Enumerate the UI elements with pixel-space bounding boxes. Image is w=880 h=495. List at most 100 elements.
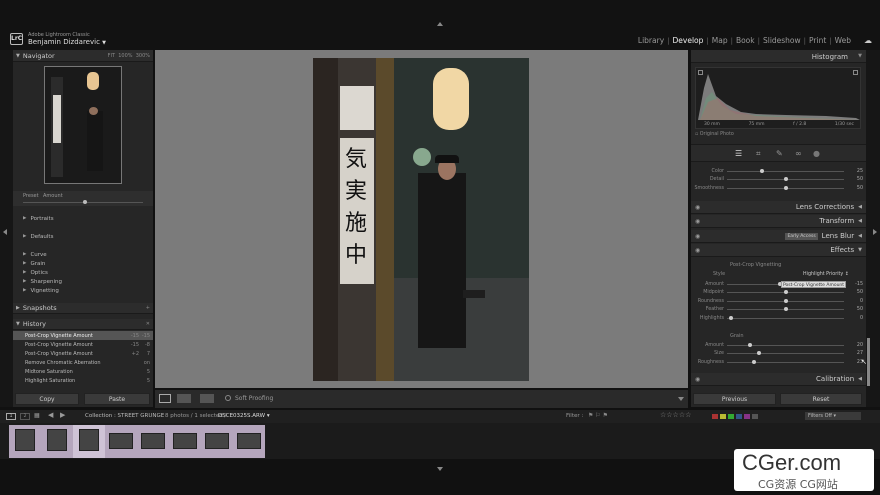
collapse-right-panel-icon[interactable]	[873, 229, 877, 235]
preset-group[interactable]: ▶ Portraits	[13, 214, 153, 223]
eye-icon[interactable]: ◉	[695, 376, 700, 383]
preset-tab[interactable]: Preset	[23, 193, 39, 199]
slider-track[interactable]	[727, 298, 844, 303]
slider-track[interactable]	[727, 307, 844, 312]
user-name[interactable]: Benjamin Dizdarevic ▼	[28, 38, 106, 46]
soft-proofing-checkbox[interactable]	[225, 395, 231, 401]
preset-group[interactable]: ▶ Defaults	[13, 232, 153, 241]
slider-value[interactable]: 50	[848, 307, 866, 312]
history-header[interactable]: ▼ History ✕	[13, 319, 153, 330]
forward-icon[interactable]: ▶	[60, 411, 65, 419]
filmstrip-thumbnail[interactable]	[41, 425, 73, 458]
preset-group[interactable]: ▶ Sharpening	[13, 277, 153, 286]
filters-dropdown[interactable]: Filters Off ▾	[805, 412, 861, 420]
effects-header[interactable]: ◉ Effects ▼	[691, 244, 866, 257]
slider-knob[interactable]	[783, 290, 788, 295]
previous-button[interactable]: Previous	[693, 393, 776, 405]
page-1-button[interactable]: 1	[6, 413, 16, 420]
color-label-swatch[interactable]	[728, 414, 734, 419]
slider-track[interactable]	[727, 168, 844, 173]
module-develop[interactable]: Develop	[670, 36, 707, 45]
slider-track[interactable]	[727, 290, 844, 295]
slider-knob[interactable]	[728, 315, 733, 320]
slider-track[interactable]	[727, 351, 844, 356]
slider-knob[interactable]	[760, 168, 765, 173]
module-print[interactable]: Print	[806, 36, 829, 45]
slider-value[interactable]: 0	[848, 316, 866, 321]
page-2-button[interactable]: 2	[20, 413, 30, 420]
module-slideshow[interactable]: Slideshow	[760, 36, 804, 45]
red-eye-icon[interactable]: ∞	[795, 149, 802, 158]
slider-track[interactable]	[727, 185, 844, 190]
before-after-icon[interactable]	[177, 394, 191, 403]
original-photo-toggle[interactable]: ▫ Original Photo	[695, 132, 734, 137]
histogram[interactable]: 30 mm 75 mm f / 2.8 1/30 sec	[695, 67, 861, 129]
navigator-header[interactable]: ▼ Navigator FIT 100% 300%	[13, 50, 153, 62]
color-label-swatch[interactable]	[752, 414, 758, 419]
module-book[interactable]: Book	[733, 36, 758, 45]
history-item[interactable]: Post-Crop Vignette Amount -15 -15	[13, 331, 153, 340]
slider-value[interactable]: 50	[848, 290, 866, 295]
lens-blur-header[interactable]: ◉ Early Access Lens Blur ◀	[691, 230, 866, 243]
filename-dropdown[interactable]: DSCE0325S.ARW ▾	[218, 413, 270, 419]
style-dropdown[interactable]: Highlight Priority ↕	[803, 272, 849, 277]
collapse-filmstrip-icon[interactable]	[437, 467, 443, 471]
slider-value[interactable]: 20	[848, 343, 866, 348]
crop-icon[interactable]: ⌗	[756, 149, 761, 159]
slider-value[interactable]: -15	[848, 282, 866, 287]
slider-track[interactable]	[727, 177, 844, 182]
copy-button[interactable]: Copy	[15, 393, 79, 405]
slider-value[interactable]: 50	[848, 177, 866, 182]
slider-track[interactable]	[727, 342, 844, 347]
histogram-header[interactable]: Histogram ▼	[691, 50, 866, 63]
preset-group[interactable]: ▶ Optics	[13, 268, 153, 277]
snapshots-header[interactable]: ▶ Snapshots +	[13, 303, 153, 314]
amount-knob[interactable]	[83, 200, 87, 204]
slider-value[interactable]: 50	[848, 186, 866, 191]
amount-tab[interactable]: Amount	[43, 193, 63, 199]
collapse-top-panel-icon[interactable]	[437, 22, 443, 26]
filmstrip-thumbnail[interactable]	[201, 425, 233, 458]
eye-icon[interactable]: ◉	[695, 218, 700, 225]
filmstrip-thumbnail[interactable]	[233, 425, 265, 458]
preset-group[interactable]: ▶ Curve	[13, 250, 153, 259]
module-web[interactable]: Web	[832, 36, 854, 45]
eye-icon[interactable]: ◉	[695, 247, 700, 254]
eye-icon[interactable]: ◉	[695, 204, 700, 211]
right-scrollbar[interactable]	[867, 338, 870, 386]
history-item[interactable]: Midtone Saturation 5	[13, 367, 153, 376]
collapse-left-panel-icon[interactable]	[3, 229, 7, 235]
slider-knob[interactable]	[783, 298, 788, 303]
slider-knob[interactable]	[783, 185, 788, 190]
color-label-filter[interactable]	[712, 414, 760, 421]
cloud-sync-icon[interactable]: ☁	[864, 36, 872, 45]
paste-button[interactable]: Paste	[84, 393, 150, 405]
flag-filter-icons[interactable]: ⚑ ⚐ ⚑	[588, 412, 608, 419]
healing-icon[interactable]: ✎	[776, 149, 783, 158]
slider-knob[interactable]	[783, 177, 788, 182]
calibration-header[interactable]: ◉ Calibration ◀	[691, 373, 866, 386]
module-library[interactable]: Library	[635, 36, 667, 45]
history-item[interactable]: Post-Crop Vignette Amount +2 7	[13, 349, 153, 358]
slider-value[interactable]: 0	[848, 299, 866, 304]
grid-view-icon[interactable]: ▦	[34, 412, 40, 419]
back-icon[interactable]: ◀	[48, 411, 53, 419]
sliders-icon[interactable]: ☰	[735, 149, 742, 158]
preset-group[interactable]: ▶ Vignetting	[13, 286, 153, 295]
highlight-clipping-icon[interactable]	[853, 70, 858, 75]
shadow-clipping-icon[interactable]	[698, 70, 703, 75]
history-item[interactable]: Post-Crop Vignette Amount -15 -8	[13, 340, 153, 349]
slider-knob[interactable]	[783, 307, 788, 312]
preset-group[interactable]: ▶ Grain	[13, 259, 153, 268]
transform-header[interactable]: ◉ Transform ◀	[691, 215, 866, 228]
navigator-preview[interactable]	[44, 66, 122, 184]
filmstrip-thumbnail[interactable]	[9, 425, 41, 458]
color-label-swatch[interactable]	[720, 414, 726, 419]
color-label-swatch[interactable]	[744, 414, 750, 419]
reset-button[interactable]: Reset	[780, 393, 862, 405]
collection-label[interactable]: Collection : STREET GRUNGE	[85, 413, 164, 419]
clear-history-icon[interactable]: ✕	[146, 321, 150, 327]
history-item[interactable]: Remove Chromatic Aberration on	[13, 358, 153, 367]
slider-knob[interactable]	[756, 351, 761, 356]
history-item[interactable]: Highlight Saturation 5	[13, 376, 153, 385]
